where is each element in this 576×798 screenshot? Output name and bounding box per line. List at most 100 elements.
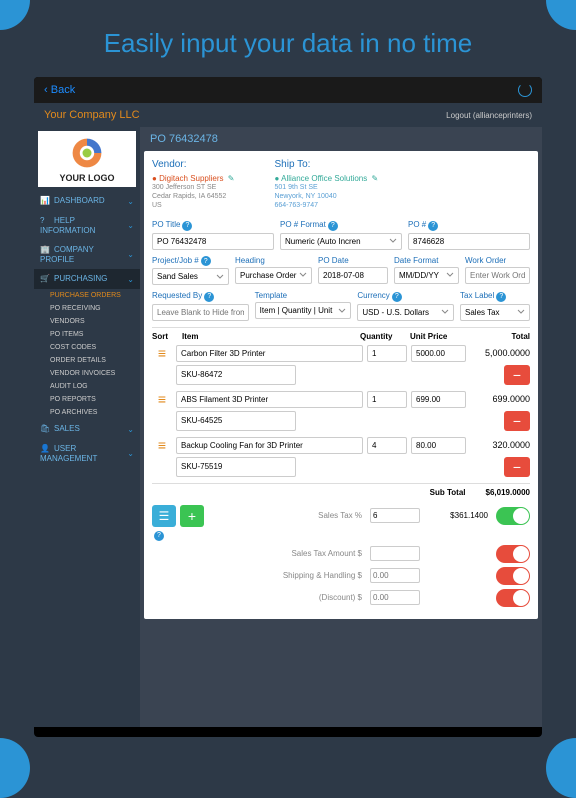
sub-cost-codes[interactable]: COST CODES [34, 341, 140, 354]
qty-input[interactable] [367, 391, 407, 408]
price-input[interactable] [411, 391, 466, 408]
tax-label-select[interactable]: Sales Tax [460, 304, 530, 321]
user-icon: 👤 [40, 444, 50, 454]
line-total: 320.0000 [470, 440, 530, 450]
nav-bar: ‹ Back [34, 77, 542, 103]
work-order-input[interactable] [465, 267, 530, 284]
template-select[interactable]: Item | Quantity | Unit [255, 302, 352, 319]
tax-pct-input[interactable] [370, 508, 420, 523]
chevron-down-icon: ⌄ [127, 221, 134, 230]
tax-amount-input[interactable] [370, 546, 420, 561]
chevron-down-icon: ⌄ [127, 449, 134, 458]
drag-handle-icon[interactable]: ≡ [152, 437, 172, 453]
help-icon[interactable]: ? [204, 292, 214, 302]
delete-line-button[interactable]: − [504, 365, 530, 385]
line-items-header: Sort Item Quantity Unit Price Total [152, 327, 530, 345]
sub-vendors[interactable]: VENDORS [34, 315, 140, 328]
logout-link[interactable]: Logout (allianceprinters) [446, 111, 532, 120]
delete-line-button[interactable]: − [504, 411, 530, 431]
line-item: ≡ 699.0000 [152, 391, 530, 408]
nav-users[interactable]: 👤USER MANAGEMENT⌄ [34, 439, 140, 468]
sub-po-items[interactable]: PO ITEMS [34, 328, 140, 341]
sidebar: YOUR LOGO 📊DASHBOARD⌄ ?HELP INFORMATION⌄… [34, 127, 140, 727]
vendor-block: Vendor: ● Digitach Suppliers ✎ 300 Jeffe… [152, 159, 234, 210]
discount-toggle[interactable] [496, 589, 530, 607]
currency-select[interactable]: USD - U.S. Dollars [357, 304, 454, 321]
po-number-input[interactable] [408, 233, 530, 250]
sales-icon: 🛍 [40, 424, 50, 434]
po-header: PO 76432478 [140, 127, 542, 151]
shipping-input[interactable] [370, 568, 420, 583]
price-input[interactable] [411, 437, 466, 454]
subtotal-label: Sub Total [430, 488, 466, 497]
help-icon[interactable]: ? [392, 292, 402, 302]
po-title-input[interactable] [152, 233, 274, 250]
item-name-input[interactable] [176, 391, 363, 408]
nav-help[interactable]: ?HELP INFORMATION⌄ [34, 211, 140, 240]
sub-order-details[interactable]: ORDER DETAILS [34, 354, 140, 367]
po-format-select[interactable]: Numeric (Auto Incren [280, 233, 402, 250]
po-date-input[interactable] [318, 267, 388, 284]
nav-purchasing[interactable]: 🛒PURCHASING⌄ [34, 269, 140, 289]
help-icon[interactable]: ? [428, 221, 438, 231]
chevron-down-icon: ⌄ [127, 197, 134, 206]
delete-line-button[interactable]: − [504, 457, 530, 477]
logo: YOUR LOGO [38, 131, 136, 187]
cart-icon: 🛒 [40, 274, 50, 284]
sub-po-archives[interactable]: PO ARCHIVES [34, 406, 140, 419]
drag-handle-icon[interactable]: ≡ [152, 345, 172, 361]
hero-title: Easily input your data in no time [0, 0, 576, 77]
nav-sales[interactable]: 🛍SALES⌄ [34, 419, 140, 439]
project-select[interactable]: Sand Sales [152, 268, 229, 285]
qty-input[interactable] [367, 345, 407, 362]
sub-purchase-orders[interactable]: PURCHASE ORDERS [34, 289, 140, 302]
add-line-button[interactable]: + [180, 505, 204, 527]
shipto-block: Ship To: ● Alliance Office Solutions ✎ 5… [274, 159, 378, 210]
sku-input[interactable] [176, 411, 296, 431]
chevron-down-icon: ⌄ [127, 250, 134, 259]
device-frame: ‹ Back Your Company LLC Logout (alliance… [34, 77, 542, 737]
list-button[interactable]: ☰ [152, 505, 176, 527]
back-button[interactable]: ‹ Back [44, 84, 75, 96]
qty-input[interactable] [367, 437, 407, 454]
help-icon[interactable]: ? [201, 256, 211, 266]
chevron-down-icon: ⌄ [127, 425, 134, 434]
tax-toggle[interactable] [496, 507, 530, 525]
discount-input[interactable] [370, 590, 420, 605]
refresh-icon[interactable] [518, 83, 532, 97]
corner-decoration [546, 738, 576, 798]
requested-by-input[interactable] [152, 304, 249, 321]
help-icon[interactable]: ? [328, 221, 338, 231]
building-icon: 🏢 [40, 245, 50, 255]
dashboard-icon: 📊 [40, 196, 50, 206]
item-name-input[interactable] [176, 437, 363, 454]
sku-input[interactable] [176, 457, 296, 477]
sub-po-receiving[interactable]: PO RECEIVING [34, 302, 140, 315]
edit-icon[interactable]: ✎ [371, 174, 378, 183]
sub-po-reports[interactable]: PO REPORTS [34, 393, 140, 406]
edit-icon[interactable]: ✎ [228, 174, 235, 183]
line-total: 5,000.0000 [470, 348, 530, 358]
item-name-input[interactable] [176, 345, 363, 362]
top-bar: Your Company LLC Logout (allianceprinter… [34, 103, 542, 127]
help-icon[interactable]: ? [154, 531, 164, 541]
sku-input[interactable] [176, 365, 296, 385]
shipping-toggle[interactable] [496, 567, 530, 585]
nav-dashboard[interactable]: 📊DASHBOARD⌄ [34, 191, 140, 211]
help-icon[interactable]: ? [496, 292, 506, 302]
drag-handle-icon[interactable]: ≡ [152, 391, 172, 407]
date-format-select[interactable]: MM/DD/YY [394, 267, 459, 284]
sub-vendor-invoices[interactable]: VENDOR INVOICES [34, 367, 140, 380]
sub-audit-log[interactable]: AUDIT LOG [34, 380, 140, 393]
heading-select[interactable]: Purchase Order [235, 267, 312, 284]
nav-profile[interactable]: 🏢COMPANY PROFILE⌄ [34, 240, 140, 269]
help-icon: ? [40, 216, 50, 226]
price-input[interactable] [411, 345, 466, 362]
tax-amount: $361.1400 [428, 511, 488, 520]
subtotal-value: $6,019.0000 [486, 488, 531, 497]
help-icon[interactable]: ? [182, 221, 192, 231]
tax-amount-toggle[interactable] [496, 545, 530, 563]
main-content: PO 76432478 Vendor: ● Digitach Suppliers… [140, 127, 542, 727]
corner-decoration [0, 738, 30, 798]
line-item: ≡ 320.0000 [152, 437, 530, 454]
